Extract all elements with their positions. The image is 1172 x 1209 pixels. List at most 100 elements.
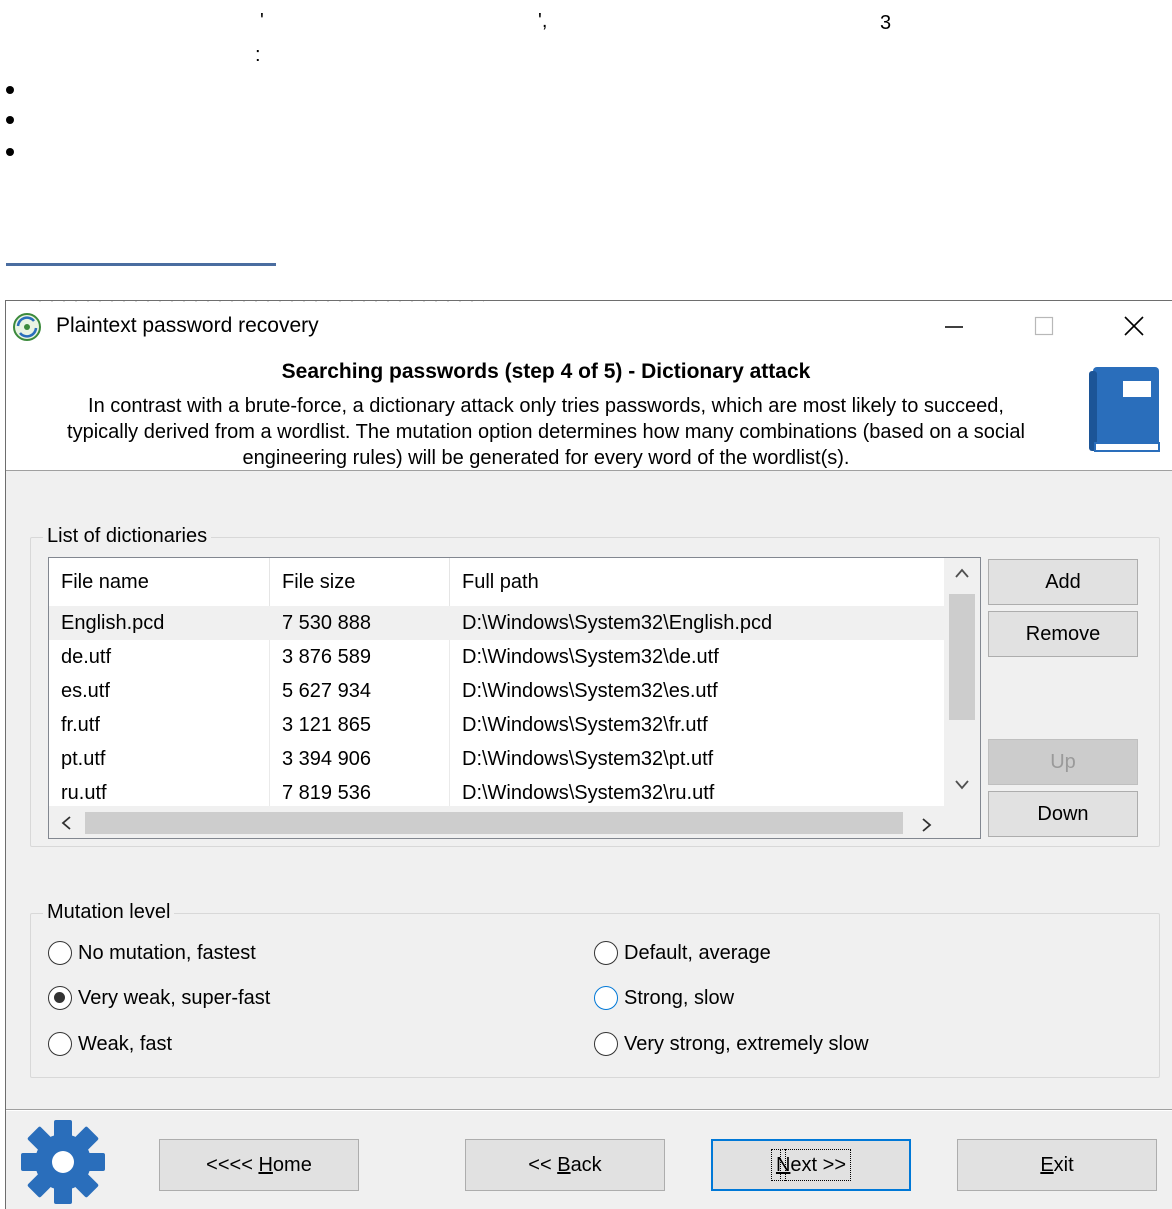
table-row[interactable]: de.utf 3 876 589 D:\Windows\System32\de.… [49,640,944,674]
cell-full-path: D:\Windows\System32\ru.utf [462,782,715,804]
app-window: Plaintext password recovery Searching pa… [5,300,1172,1209]
cell-file-name: English.pcd [61,612,165,634]
dictionary-list[interactable]: File name File size Full path English.pc… [48,557,981,839]
bullet [6,148,14,156]
horizontal-scroll-thumb[interactable] [85,812,903,834]
mutation-level-group: Mutation level No mutation, fastest Very… [30,899,1160,1078]
accelerator-key: B [557,1154,571,1176]
cell-file-name: pt.utf [61,748,106,770]
step-description: In contrast with a brute-force, a dictio… [6,393,1086,471]
button-text: xit [1053,1154,1074,1176]
title-bar: Plaintext password recovery [6,301,1172,351]
radio-label: Default, average [624,941,771,964]
radio-label: Strong, slow [624,986,735,1009]
radio-very-strong[interactable]: Very strong, extremely slow [594,1030,869,1058]
radio-label: Very strong, extremely slow [624,1032,869,1055]
scroll-corner [944,806,980,838]
gear-icon [21,1120,105,1204]
table-row[interactable]: ru.utf 7 819 536 D:\Windows\System32\ru.… [49,776,944,810]
description-line: In contrast with a brute-force, a dictio… [88,395,1004,417]
column-header-file-name[interactable]: File name [49,558,270,606]
close-button[interactable] [1111,307,1157,345]
radio-very-weak[interactable]: Very weak, super-fast [48,984,270,1012]
cell-file-size: 5 627 934 [282,680,371,702]
text-fragment: 3 [880,12,892,34]
button-text: <<<< [206,1154,259,1176]
bullet [6,86,14,94]
cell-file-size: 3 394 906 [282,748,371,770]
maximize-icon [1034,316,1054,336]
text-fragment: : [255,44,261,66]
button-text: << [528,1154,558,1176]
article-rule [6,263,276,266]
cell-file-size: 7 530 888 [282,612,371,634]
table-row[interactable]: es.utf 5 627 934 D:\Windows\System32\es.… [49,674,944,708]
scroll-down-icon[interactable] [955,780,969,790]
radio-circle-icon [594,986,618,1010]
radio-circle-icon [594,1032,618,1056]
horizontal-scrollbar[interactable] [49,806,944,838]
cell-file-size: 7 819 536 [282,782,371,804]
cell-file-name: fr.utf [61,714,100,736]
cell-full-path: D:\Windows\System32\es.utf [462,680,718,702]
decorative-dots [34,301,484,304]
cell-file-name: es.utf [61,680,110,702]
radio-weak[interactable]: Weak, fast [48,1030,172,1058]
column-header-full-path[interactable]: Full path [450,558,944,606]
move-up-button[interactable]: Up [988,739,1138,785]
cell-full-path: D:\Windows\System32\fr.utf [462,714,708,736]
description-line: typically derived from a wordlist. The m… [67,421,1025,443]
radio-circle-icon [48,1032,72,1056]
radio-label: Weak, fast [78,1032,173,1055]
maximize-button[interactable] [1021,307,1067,345]
accelerator-key: H [258,1154,273,1176]
description-line: engineering rules) will be generated for… [242,447,850,469]
window-title: Plaintext password recovery [56,314,319,337]
vertical-scroll-thumb[interactable] [949,594,975,720]
scroll-left-icon[interactable] [61,816,71,830]
minimize-button[interactable] [931,307,977,345]
text-fragment: ' [260,10,264,32]
radio-circle-icon [48,941,72,965]
vertical-scrollbar[interactable] [944,558,980,806]
cell-full-path: D:\Windows\System32\pt.utf [462,748,714,770]
radio-default[interactable]: Default, average [594,939,771,967]
cell-full-path: D:\Windows\System32\English.pcd [462,612,773,634]
radio-no-mutation[interactable]: No mutation, fastest [48,939,256,967]
table-row[interactable]: fr.utf 3 121 865 D:\Windows\System32\fr.… [49,708,944,742]
wizard-header: Searching passwords (step 4 of 5) - Dict… [6,351,1172,471]
accelerator-key: E [1040,1154,1054,1176]
footer-divider [6,1109,1172,1111]
remove-button[interactable]: Remove [988,611,1138,657]
radio-strong[interactable]: Strong, slow [594,984,734,1012]
next-button[interactable]: Next >> [711,1139,911,1191]
table-row[interactable]: English.pcd 7 530 888 D:\Windows\System3… [49,606,944,640]
move-down-button[interactable]: Down [988,791,1138,837]
dictionaries-group-label: List of dictionaries [43,523,212,549]
step-title: Searching passwords (step 4 of 5) - Dict… [281,360,811,383]
dictionaries-group: List of dictionaries File name File size… [30,523,1160,847]
cell-file-size: 3 876 589 [282,646,371,668]
radio-checked-icon [48,986,72,1010]
add-button[interactable]: Add [988,559,1138,605]
button-text: ome [272,1154,312,1176]
mutation-group-label: Mutation level [43,899,175,925]
cell-file-name: de.utf [61,646,112,668]
button-text: ext >> [785,1149,851,1181]
home-button[interactable]: <<<< Home [159,1139,359,1191]
scroll-up-icon[interactable] [955,568,969,578]
button-text: ack [570,1154,602,1176]
cell-file-name: ru.utf [61,782,107,804]
table-row[interactable]: pt.utf 3 394 906 D:\Windows\System32\pt.… [49,742,944,776]
scroll-right-icon[interactable] [922,818,932,832]
text-fragment: ', [538,10,548,32]
close-icon [1124,316,1144,336]
accelerator-key: N [775,1154,791,1176]
cell-file-size: 3 121 865 [282,714,371,736]
exit-button[interactable]: Exit [957,1139,1157,1191]
back-button[interactable]: << Back [465,1139,665,1191]
cell-full-path: D:\Windows\System32\de.utf [462,646,719,668]
bullet [6,116,14,124]
radio-label: Very weak, super-fast [78,986,271,1009]
column-header-file-size[interactable]: File size [270,558,450,606]
